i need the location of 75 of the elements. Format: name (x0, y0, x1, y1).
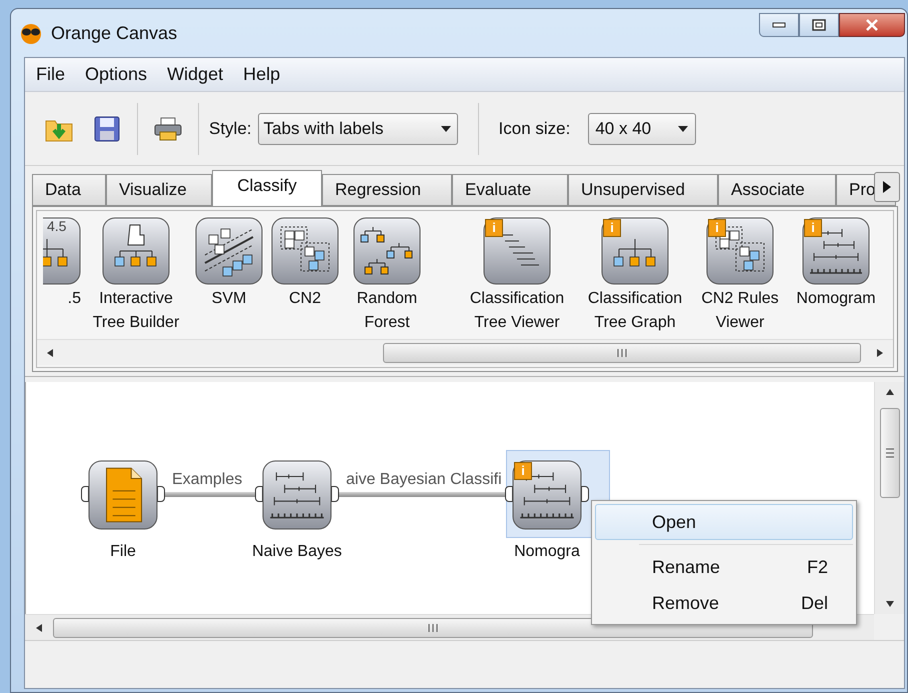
icon-label: 4.5 (47, 219, 66, 233)
dotted-squares-icon (271, 217, 339, 285)
tab[interactable]: Associate (718, 174, 836, 206)
right-arrow-icon (882, 180, 892, 194)
icon-size-label: Icon size: (498, 118, 570, 140)
info-badge: i (603, 219, 621, 237)
up-arrow-icon (884, 388, 894, 396)
close-icon (865, 19, 879, 31)
grip-icon (886, 447, 894, 459)
widget-button[interactable]: Interactive Tree Builder (81, 217, 191, 339)
minimize-icon (772, 22, 786, 28)
menu-item[interactable]: Open (595, 504, 853, 540)
widget-button[interactable]: i Nomogram (789, 217, 883, 339)
minimize-button[interactable] (759, 13, 799, 37)
menu-item[interactable]: Options (78, 61, 154, 88)
error-bars-icon (512, 460, 582, 530)
tab[interactable]: Data (32, 174, 106, 206)
widget-button[interactable]: CN2 (267, 217, 343, 339)
menu-item[interactable]: File (29, 61, 72, 88)
left-arrow-icon (46, 348, 54, 358)
maximize-button[interactable] (799, 13, 839, 37)
widget-button[interactable]: i Classification Tree Viewer (455, 217, 579, 339)
grip-icon (427, 624, 439, 632)
caret-icon (440, 124, 452, 132)
node-port (81, 486, 89, 502)
grip-icon (616, 349, 628, 357)
info-badge: i (514, 462, 532, 480)
widget-button[interactable]: SVM (191, 217, 267, 339)
widget-button[interactable]: Random Forest (343, 217, 431, 339)
scrollbar-thumb[interactable] (880, 408, 900, 498)
document-icon (88, 460, 158, 530)
fruit-glasses-icon (19, 22, 43, 44)
left-arrow-icon (35, 622, 43, 632)
tab[interactable]: Regression (322, 174, 452, 206)
tree-diagram-icon (601, 217, 669, 285)
link-label: Examples (172, 470, 242, 490)
tab[interactable]: Visualize (106, 174, 212, 206)
menu-item[interactable]: Widget (160, 61, 230, 88)
tab[interactable]: Evaluate (452, 174, 568, 206)
widget-button[interactable]: i CN2 Rules Viewer (691, 217, 789, 339)
style-label: Style: (209, 118, 252, 140)
error-bars-icon (262, 460, 332, 530)
info-badge: i (804, 219, 822, 237)
scatter-lines-icon (195, 217, 263, 285)
menu-item[interactable]: Remove Del (595, 585, 853, 621)
info-badge: i (708, 219, 726, 237)
node-port (505, 486, 513, 502)
dotted-squares-icon (706, 217, 774, 285)
maximize-icon (812, 19, 826, 31)
caret-icon (677, 124, 690, 132)
info-badge: i (485, 219, 503, 237)
menu-item[interactable]: Rename F2 (595, 549, 853, 585)
node-label: Naive Bayes (251, 542, 343, 562)
node-port (255, 486, 263, 502)
node-label: File (109, 542, 137, 562)
node-label: Nomogra (513, 542, 581, 562)
small-trees-icon (353, 217, 421, 285)
error-bars-icon (802, 217, 870, 285)
icon-size-dropdown[interactable]: 40 x 40 (588, 112, 696, 144)
right-arrow-icon (876, 348, 884, 358)
style-dropdown[interactable]: Tabs with labels (258, 112, 458, 144)
tab-scroll-button[interactable] (874, 172, 900, 202)
widget-button[interactable]: 4.5 .5 (37, 217, 81, 339)
down-arrow-icon (884, 600, 894, 608)
menu-item[interactable]: Help (236, 61, 288, 88)
tab[interactable]: Classify (212, 170, 322, 206)
scrollbar-thumb[interactable] (383, 343, 861, 363)
window-title: Orange Canvas (51, 22, 178, 45)
stepped-lines-icon (483, 217, 551, 285)
widget-button[interactable]: i Classification Tree Graph (579, 217, 691, 339)
close-button[interactable] (839, 13, 905, 37)
link-label: aive Bayesian Classifi (346, 470, 502, 490)
hand-tree-icon (102, 217, 170, 285)
tab[interactable]: Unsupervised (568, 174, 718, 206)
printer-icon (154, 116, 182, 140)
